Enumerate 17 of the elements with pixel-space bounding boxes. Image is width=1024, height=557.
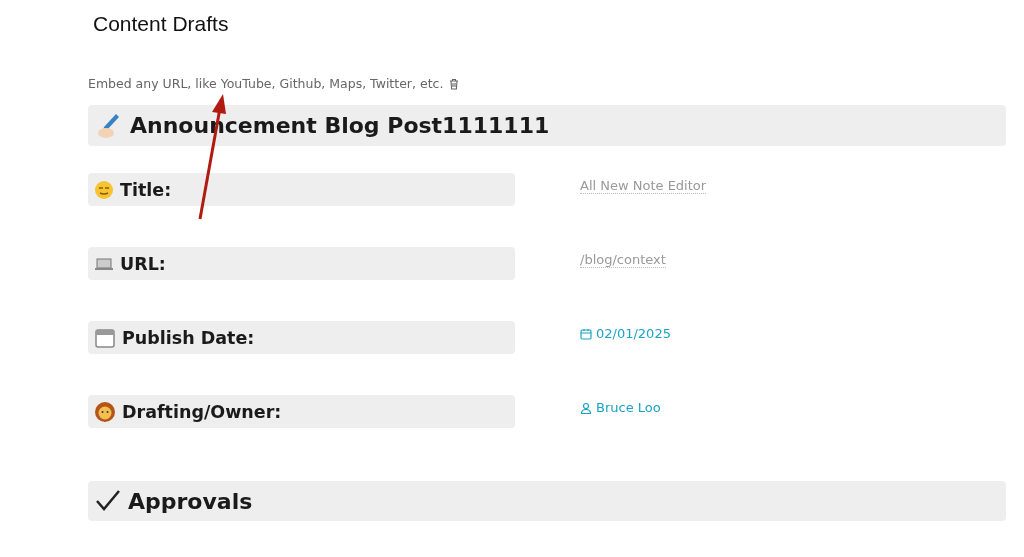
property-value[interactable]: /blog/context: [580, 252, 666, 268]
person-icon: [580, 401, 592, 414]
property-name: Title:: [120, 179, 172, 200]
page-title: Content Drafts: [93, 12, 230, 36]
embed-hint: Embed any URL, like YouTube, Github, Maps, Twitter, etc.: [88, 76, 444, 91]
property-name: Drafting/Owner:: [122, 401, 282, 422]
calendar-icon: [580, 327, 592, 340]
face-icon: [94, 179, 114, 200]
property-value[interactable]: 02/01/2025: [580, 326, 671, 341]
trash-icon[interactable]: [449, 77, 460, 90]
property-value[interactable]: All New Note Editor: [580, 178, 707, 194]
lion-face-icon: [94, 400, 116, 423]
property-name: URL:: [120, 253, 166, 274]
property-value[interactable]: Bruce Loo: [580, 400, 661, 415]
property-name: Publish Date:: [122, 327, 255, 348]
calendar-icon: [94, 326, 116, 349]
section-heading: Approvals: [128, 488, 253, 514]
